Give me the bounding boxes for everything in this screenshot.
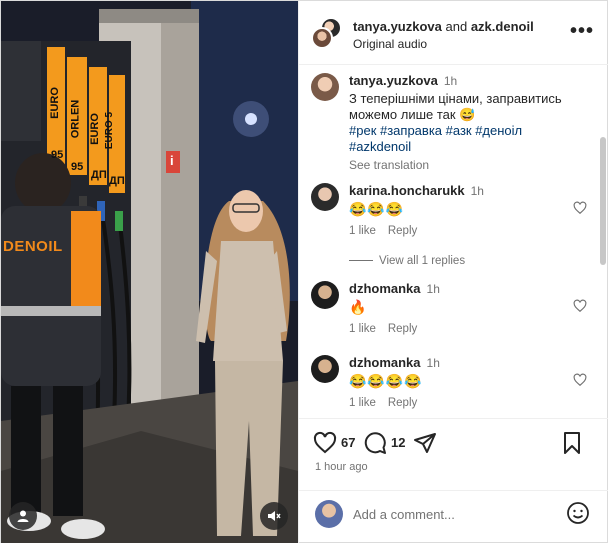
mute-button[interactable] [260, 502, 288, 530]
divider [349, 260, 373, 262]
pump-label-euro5: EURO 5 [104, 111, 116, 150]
comment-time: 1h [470, 184, 484, 198]
user-icon [17, 510, 29, 522]
comments-scrollbar[interactable] [600, 137, 606, 265]
instagram-post-dialog: DENOIL EURO 95 ORLEN 95 EURO ДП EURO 5 Д… [0, 0, 608, 543]
share-paper-plane-icon[interactable] [413, 431, 437, 455]
pump-label-95-1: 95 [51, 149, 64, 161]
avatar [315, 500, 343, 528]
pump-label-euro-2: EURO [88, 113, 101, 145]
caption-hashtags[interactable]: #рек #заправка #азк #деноіл #azkdenoil [349, 123, 575, 155]
comment-like-count[interactable]: 1 like [349, 225, 376, 237]
like-heart-icon[interactable] [313, 431, 337, 455]
like-comment-heart-icon[interactable] [573, 299, 587, 313]
post-details-panel: tanya.yuzkova and azk.denoil Original au… [298, 1, 608, 543]
post-actions: 67 12 1 hour ago [299, 418, 608, 490]
pump-label-euro-1: EURO [48, 87, 61, 119]
tagged-users-button[interactable] [9, 502, 37, 530]
add-comment-bar [299, 490, 608, 543]
avatar[interactable] [311, 73, 339, 101]
post-photo [1, 1, 298, 543]
avatar[interactable] [311, 355, 339, 383]
muted-speaker-icon [268, 511, 281, 521]
pump-label-dp-2: ДП [109, 175, 125, 187]
view-replies-label: View all 1 replies [379, 255, 466, 267]
comment-text: 😂😂😂😂 [349, 373, 423, 389]
reply-button[interactable]: Reply [388, 225, 417, 237]
comment-bubble-icon[interactable] [363, 431, 387, 455]
comment-meta: 1 like Reply [349, 397, 417, 409]
owner-line: tanya.yuzkova and azk.denoil [353, 19, 534, 34]
post-media[interactable]: DENOIL EURO 95 ORLEN 95 EURO ДП EURO 5 Д… [1, 1, 298, 543]
denoil-jacket-text: DENOIL [3, 238, 63, 255]
collab-avatars[interactable] [311, 17, 345, 51]
bookmark-icon[interactable] [560, 431, 584, 455]
emoji-picker-icon[interactable] [566, 501, 590, 525]
avatar [311, 27, 333, 49]
and-text: and [445, 19, 468, 34]
reply-button[interactable]: Reply [388, 323, 417, 335]
see-translation-link[interactable]: See translation [349, 157, 575, 173]
like-count[interactable]: 67 [341, 435, 355, 450]
like-comment-heart-icon[interactable] [573, 373, 587, 387]
pump-label-orlen: ORLEN [69, 99, 82, 139]
comment-count[interactable]: 12 [391, 435, 405, 450]
comment-time: 1h [426, 282, 440, 296]
comment-time: 1h [426, 356, 440, 370]
like-comment-heart-icon[interactable] [573, 201, 587, 215]
avatar[interactable] [311, 281, 339, 309]
comment-text: 😂😂😂 [349, 201, 405, 217]
comment-username[interactable]: dzhomanka [349, 281, 421, 296]
posted-time[interactable]: 1 hour ago [315, 461, 368, 473]
comment-username[interactable]: karina.honcharukk [349, 183, 465, 198]
owner-username[interactable]: tanya.yuzkova [353, 19, 442, 34]
original-audio-link[interactable]: Original audio [353, 37, 427, 51]
pump-label-dp-1: ДП [91, 169, 107, 181]
comment-like-count[interactable]: 1 like [349, 323, 376, 335]
avatar[interactable] [311, 183, 339, 211]
caption-text: З теперішніми цінами, заправитись можемо… [349, 91, 562, 122]
caption-time: 1h [443, 74, 458, 88]
column-info-sign: i [170, 153, 174, 168]
comment-input[interactable] [353, 503, 553, 525]
comment-text: 🔥 [349, 299, 368, 315]
comment-meta: 1 like Reply [349, 225, 417, 237]
view-replies-button[interactable]: View all 1 replies [349, 255, 465, 267]
reply-button[interactable]: Reply [388, 397, 417, 409]
post-header: tanya.yuzkova and azk.denoil Original au… [299, 1, 608, 65]
more-options-button[interactable]: ••• [570, 21, 594, 41]
comment-meta: 1 like Reply [349, 323, 417, 335]
collaborator-username[interactable]: azk.denoil [471, 19, 534, 34]
caption-username[interactable]: tanya.yuzkova [349, 73, 438, 88]
pump-label-95-2: 95 [71, 161, 84, 173]
comments-list[interactable]: tanya.yuzkova 1h З теперішніми цінами, за… [299, 65, 608, 418]
comment-like-count[interactable]: 1 like [349, 397, 376, 409]
comment-username[interactable]: dzhomanka [349, 355, 421, 370]
